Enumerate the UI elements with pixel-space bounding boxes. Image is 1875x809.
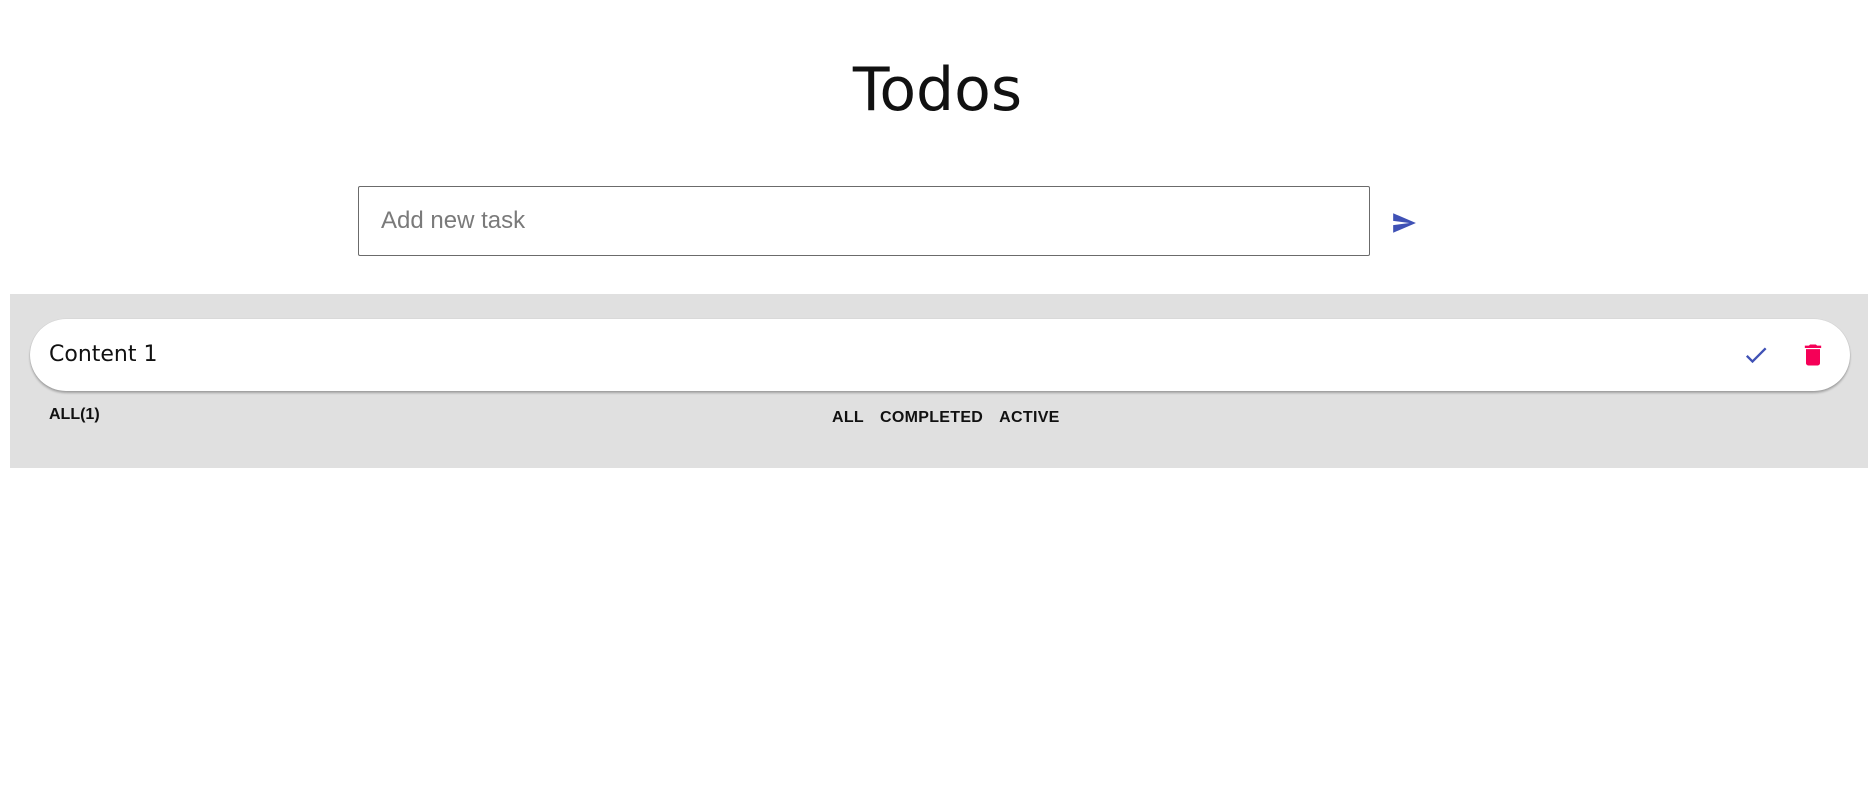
new-task-input[interactable] <box>359 187 1369 255</box>
todo-count-label: ALL(1) <box>49 406 100 423</box>
filter-all-button[interactable]: ALL <box>824 408 872 428</box>
todo-app: Todos Content 1 ALL(1) ALL COMPL <box>0 0 1875 809</box>
filter-active-button[interactable]: ACTIVE <box>991 408 1067 428</box>
send-button[interactable] <box>1388 207 1420 239</box>
new-task-field[interactable] <box>358 186 1370 256</box>
delete-button[interactable] <box>1799 341 1827 369</box>
todo-item-text: Content 1 <box>49 342 158 367</box>
filter-completed-button[interactable]: COMPLETED <box>872 408 991 428</box>
todo-list-panel: Content 1 ALL(1) ALL COMPLETED ACTIVE <box>10 294 1868 468</box>
todo-item: Content 1 <box>30 319 1850 391</box>
filter-bar: ALL COMPLETED ACTIVE <box>824 408 1068 428</box>
complete-button[interactable] <box>1742 341 1770 369</box>
check-icon <box>1745 347 1767 364</box>
page-title: Todos <box>852 55 1023 125</box>
send-icon <box>1393 213 1416 233</box>
trash-icon <box>1804 344 1822 366</box>
